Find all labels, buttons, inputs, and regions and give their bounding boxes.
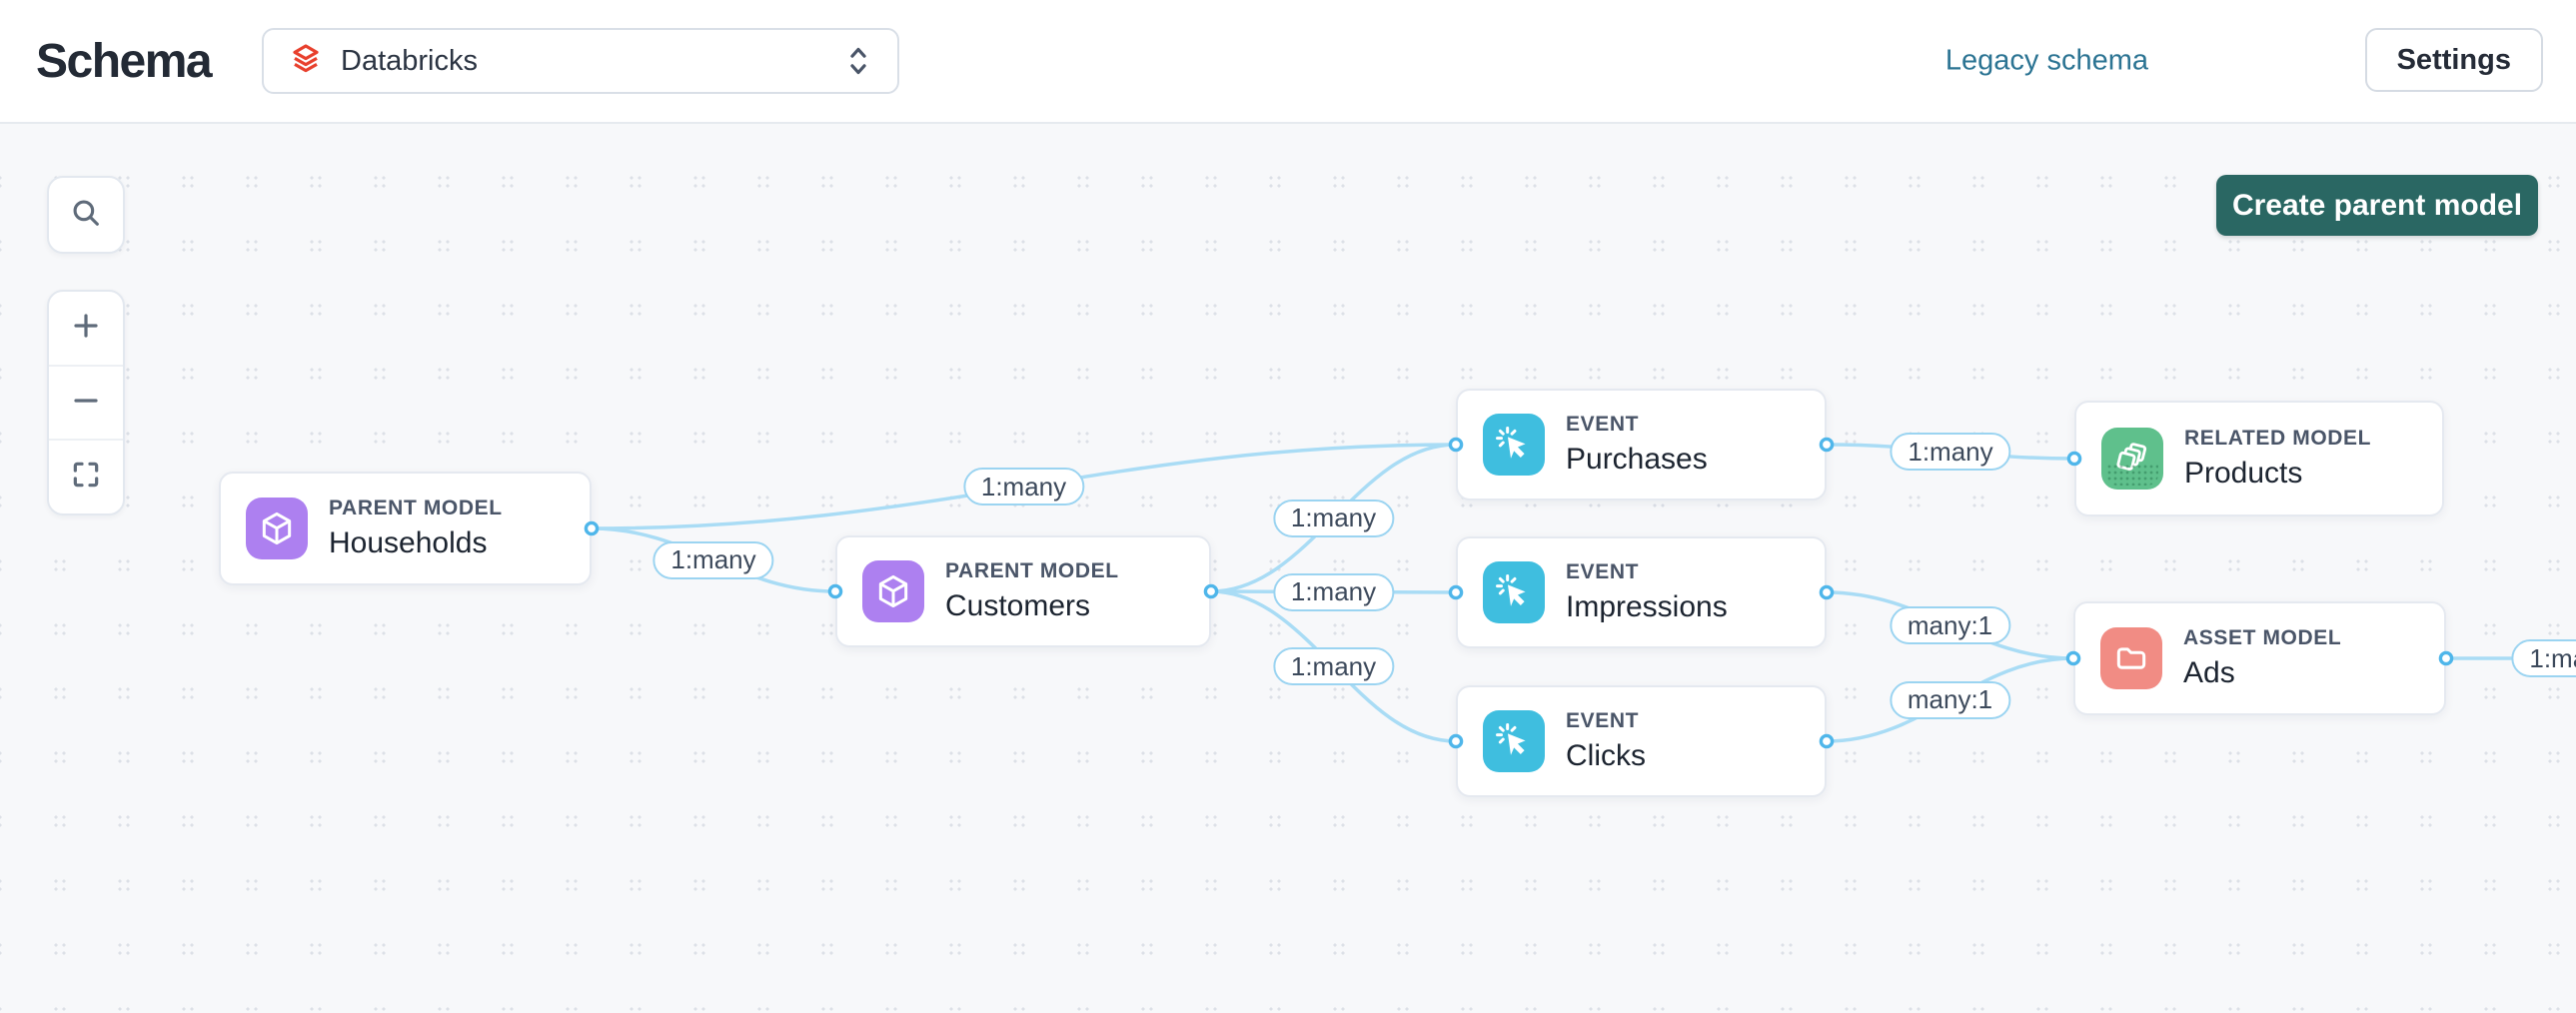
model-node-ads[interactable]: ASSET MODEL Ads [2073,601,2446,715]
connection-handle[interactable] [2440,652,2451,663]
connection-handle[interactable] [2068,453,2079,464]
settings-button[interactable]: Settings [2365,28,2543,92]
node-type-label: EVENT [1566,709,1646,733]
node-type-label: PARENT MODEL [945,559,1119,583]
fit-view-button[interactable] [49,439,123,513]
search-button[interactable] [47,176,125,254]
model-node-purchases[interactable]: EVENT Purchases [1456,389,1827,501]
folder-icon [2100,627,2162,689]
connection-handle[interactable] [1821,586,1832,597]
node-text: ASSET MODEL Ads [2183,626,2341,690]
node-text: RELATED MODEL Products [2184,427,2371,491]
relationship-label[interactable]: 1:many [1890,433,2010,471]
fit-view-icon [70,459,102,496]
relationship-label[interactable]: 1:many [1273,573,1394,611]
cursor-click-icon [1483,561,1545,623]
connection-handle[interactable] [586,522,597,533]
connection-handle[interactable] [2067,652,2078,663]
connection-handle[interactable] [1205,585,1216,596]
connection-handle[interactable] [1450,735,1461,746]
node-type-label: EVENT [1566,413,1708,437]
connection-handle[interactable] [1821,735,1832,746]
node-title: Purchases [1566,443,1708,477]
minus-icon [70,385,102,422]
node-text: PARENT MODEL Customers [945,559,1119,623]
node-title: Products [2184,457,2371,491]
node-title: Customers [945,589,1119,623]
node-type-label: EVENT [1566,560,1728,584]
cursor-click-icon [1483,710,1545,772]
node-text: EVENT Purchases [1566,413,1708,477]
node-title: Impressions [1566,590,1728,624]
node-title: Clicks [1566,739,1646,773]
plus-icon [70,310,102,347]
source-selector-value: Databricks [341,45,478,78]
create-parent-model-button[interactable]: Create parent model [2216,175,2538,236]
relationship-label[interactable]: many:1 [1890,606,2010,644]
relationship-label[interactable]: 1:many [1273,500,1394,537]
cube-icon [246,498,308,559]
node-type-label: ASSET MODEL [2183,626,2341,650]
chevron-up-down-icon [843,44,873,78]
node-text: EVENT Clicks [1566,709,1646,773]
zoom-controls [47,290,125,515]
connection-handle[interactable] [1450,586,1461,597]
node-title: Ads [2183,656,2341,690]
node-type-label: PARENT MODEL [329,497,503,520]
stack-icon [2101,428,2163,490]
model-node-impressions[interactable]: EVENT Impressions [1456,536,1827,648]
relationship-label[interactable]: 1:many [1273,647,1394,685]
model-node-households[interactable]: PARENT MODEL Households [219,472,592,585]
model-node-customers[interactable]: PARENT MODEL Customers [835,535,1211,647]
relationship-label[interactable]: 1:many [652,541,773,579]
legacy-schema-link[interactable]: Legacy schema [1945,45,2148,78]
zoom-out-button[interactable] [49,365,123,440]
app-header: Schema Databricks Legacy schema Settings [0,0,2576,124]
schema-app: Schema Databricks Legacy schema Settings [0,0,2576,1013]
cube-icon [862,560,924,622]
relationship-label[interactable]: many:1 [1890,681,2010,719]
model-node-clicks[interactable]: EVENT Clicks [1456,685,1827,797]
connection-handle[interactable] [1450,439,1461,450]
databricks-icon [286,41,326,81]
relationship-label[interactable]: 1:many [963,468,1084,506]
relationship-label[interactable]: 1:many [2511,639,2576,677]
node-title: Households [329,526,503,560]
node-type-label: RELATED MODEL [2184,427,2371,451]
node-text: EVENT Impressions [1566,560,1728,624]
cursor-click-icon [1483,414,1545,476]
model-node-products[interactable]: RELATED MODEL Products [2074,401,2444,516]
source-selector[interactable]: Databricks [262,28,899,94]
node-text: PARENT MODEL Households [329,497,503,560]
search-icon [69,196,103,235]
zoom-in-button[interactable] [49,292,123,365]
connection-handle[interactable] [829,585,840,596]
app-logo: Schema [36,34,211,89]
connection-handle[interactable] [1821,439,1832,450]
